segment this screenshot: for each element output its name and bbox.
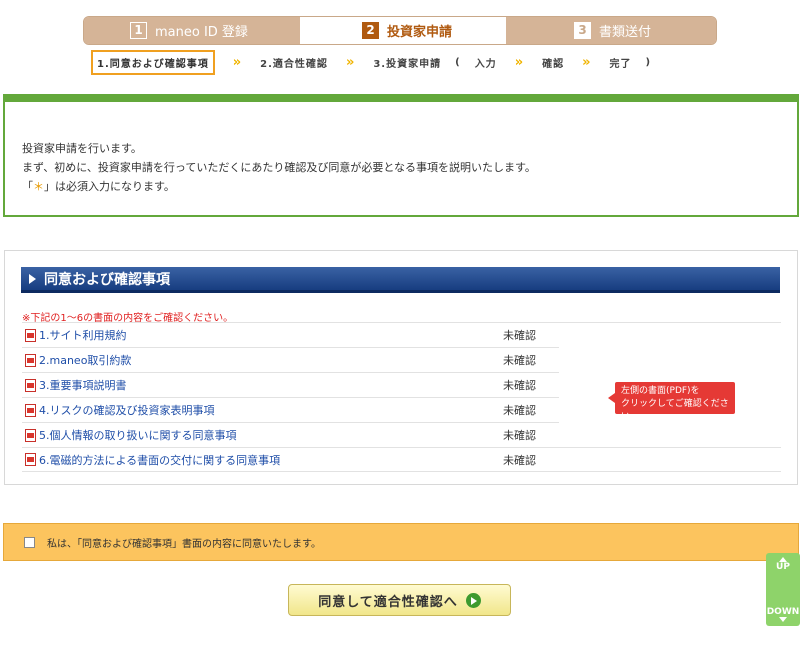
- consent-checkbox[interactable]: [24, 536, 35, 548]
- document-row: 3.重要事項説明書 未確認: [22, 372, 559, 397]
- sub-step-indicator: 1.同意および確認事項 » 2.適合性確認 » 3.投資家申請 ( 入力 » 確…: [91, 49, 652, 75]
- chevron-right-icon: »: [232, 54, 243, 70]
- quote-open: 「: [22, 180, 33, 193]
- step-investor-application: 2 投資家申請: [300, 17, 506, 44]
- step-number: 2: [362, 22, 379, 39]
- step-label: maneo ID 登録: [155, 25, 248, 40]
- triangle-right-icon: [29, 273, 36, 284]
- document-link-agreement[interactable]: 2.maneo取引約款: [39, 352, 131, 368]
- document-row: 4.リスクの確認及び投資家表明事項 未確認: [22, 397, 559, 422]
- step-label: 書類送付: [599, 25, 652, 40]
- pdf-icon: [25, 428, 36, 442]
- document-status: 未確認: [503, 354, 536, 367]
- consent-label[interactable]: 私は、「同意および確認事項」書面の内容に同意いたします。: [47, 535, 321, 550]
- step-progress-bar: 1 maneo ID 登録 2 投資家申請 3 書類送付: [83, 16, 717, 45]
- required-note: 」は必須入力になります。: [44, 180, 175, 193]
- pdf-hint-callout: 左側の書面(PDF)を クリックしてご確認ください: [608, 382, 735, 422]
- page-scroller: UP DOWN: [766, 553, 800, 626]
- intro-panel: 投資家申請を行います。 まず、初めに、投資家申請を行っていただくにあたり確認及び…: [3, 94, 799, 217]
- required-mark: ＊: [33, 180, 44, 193]
- document-status: 未確認: [503, 329, 536, 342]
- document-row: 6.電磁的方法による書面の交付に関する同意事項 未確認: [22, 447, 781, 472]
- pdf-icon: [25, 453, 36, 466]
- step-document-send: 3 書類送付: [506, 17, 716, 44]
- intro-line-2: まず、初めに、投資家申請を行っていただくにあたり確認及び同意が必要となる事項を説…: [22, 161, 536, 174]
- callout-line-1: 左側の書面(PDF)を: [621, 386, 700, 396]
- step-label: 投資家申請: [387, 25, 453, 40]
- chevron-right-icon: »: [514, 54, 525, 70]
- chevron-right-icon: »: [345, 54, 356, 70]
- document-link-electronic[interactable]: 6.電磁的方法による書面の交付に関する同意事項: [39, 452, 280, 468]
- pdf-icon: [25, 403, 36, 417]
- pdf-icon: [25, 353, 36, 367]
- chevron-right-icon: »: [582, 54, 592, 70]
- paren-close: ): [645, 56, 652, 68]
- document-link-risk[interactable]: 4.リスクの確認及び投資家表明事項: [39, 402, 215, 418]
- agreement-section: 同意および確認事項 ※下記の1～6の書面の内容をご確認ください。 1.サイト利用…: [4, 250, 798, 485]
- paren-open: (: [455, 56, 461, 68]
- scroll-down-label: DOWN: [766, 607, 800, 617]
- intro-line-3: 「＊」は必須入力になります。: [22, 178, 175, 194]
- callout-line-2: クリックしてご確認ください: [621, 399, 729, 422]
- document-row: 1.サイト利用規約 未確認: [22, 322, 781, 347]
- document-status: 未確認: [503, 453, 536, 467]
- consent-bar: 私は、「同意および確認事項」書面の内容に同意いたします。: [3, 523, 799, 561]
- substep-agreement: 1.同意および確認事項: [91, 49, 215, 75]
- pdf-icon: [25, 328, 36, 342]
- substep-application: 3.投資家申請: [373, 58, 442, 70]
- agree-proceed-button[interactable]: 同意して適合性確認へ: [288, 584, 511, 616]
- document-status: 未確認: [503, 404, 536, 417]
- section-heading-label: 同意および確認事項: [44, 271, 170, 288]
- document-row: 5.個人情報の取り扱いに関する同意事項 未確認: [22, 422, 559, 447]
- substep-suitability: 2.適合性確認: [260, 58, 328, 70]
- document-link-terms[interactable]: 1.サイト利用規約: [39, 327, 127, 343]
- pdf-icon: [25, 378, 36, 392]
- scroll-up-label: UP: [776, 562, 790, 572]
- document-status: 未確認: [503, 379, 536, 392]
- scroll-down-button[interactable]: DOWN: [766, 607, 800, 624]
- substep-input: 入力: [474, 58, 497, 70]
- section-heading: 同意および確認事項: [21, 267, 780, 293]
- step-number: 1: [130, 22, 147, 39]
- document-status: 未確認: [503, 429, 536, 442]
- document-row: 2.maneo取引約款 未確認: [22, 347, 559, 372]
- step-number: 3: [574, 22, 591, 39]
- substep-confirm: 確認: [542, 58, 565, 70]
- arrow-down-icon: [779, 617, 787, 622]
- step-maneo-id: 1 maneo ID 登録: [84, 17, 300, 44]
- scroll-up-button[interactable]: UP: [766, 555, 800, 572]
- agree-proceed-label: 同意して適合性確認へ: [318, 594, 458, 610]
- arrow-right-circle-icon: [465, 592, 481, 608]
- intro-line-1: 投資家申請を行います。: [22, 142, 142, 155]
- document-link-important-matters[interactable]: 3.重要事項説明書: [39, 377, 127, 393]
- substep-complete: 完了: [609, 58, 632, 70]
- document-link-privacy[interactable]: 5.個人情報の取り扱いに関する同意事項: [39, 427, 237, 443]
